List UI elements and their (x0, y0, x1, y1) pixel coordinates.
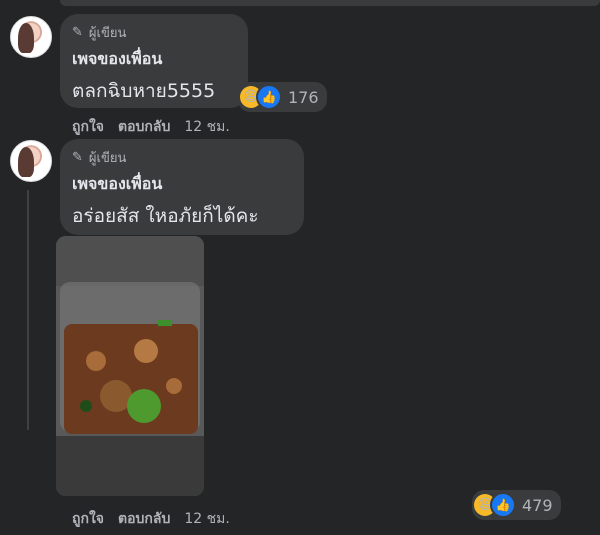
comment-photo[interactable] (56, 236, 204, 496)
comment-actions: ถูกใจ ตอบกลับ 12 ชม. (72, 508, 230, 530)
like-button[interactable]: ถูกใจ (72, 508, 104, 530)
author-badge: ✎ ผู้เขียน (72, 22, 236, 43)
like-button[interactable]: ถูกใจ (72, 116, 104, 138)
reply-button[interactable]: ตอบกลับ (118, 116, 170, 138)
reaction-summary[interactable]: 😆 👍 176 (238, 82, 327, 112)
reaction-summary[interactable]: 😆 👍 479 (472, 490, 561, 520)
comment-text: อร่อยสัส ใหอภัยก็ได้คะ (72, 205, 259, 227)
pencil-icon: ✎ (72, 150, 83, 165)
avatar[interactable] (10, 140, 52, 182)
comment-bubble: ✎ ผู้เขียน เพจของเพื่อน ตลกฉิบหาย5555 (60, 14, 248, 108)
thumbs-up-icon: 👍 (256, 84, 282, 110)
comment-author[interactable]: เพจของเพื่อน (72, 47, 236, 72)
reaction-count: 176 (288, 87, 319, 107)
timestamp[interactable]: 12 ชม. (184, 116, 229, 138)
comment-bubble: ✎ ผู้เขียน เพจของเพื่อน อร่อยสัส ใหอภัยก… (60, 139, 304, 235)
previous-comment-bubble-edge (60, 0, 600, 6)
thread-line (27, 190, 29, 430)
comment-author[interactable]: เพจของเพื่อน (72, 172, 292, 197)
reaction-count: 479 (522, 495, 553, 515)
reply-button[interactable]: ตอบกลับ (118, 508, 170, 530)
pencil-icon: ✎ (72, 25, 83, 40)
author-tag-label: ผู้เขียน (88, 26, 127, 41)
author-badge: ✎ ผู้เขียน (72, 147, 292, 168)
author-tag-label: ผู้เขียน (88, 151, 127, 166)
thumbs-up-icon: 👍 (490, 492, 516, 518)
food-container-image (56, 236, 204, 496)
timestamp[interactable]: 12 ชม. (184, 508, 229, 530)
comment-actions: ถูกใจ ตอบกลับ 12 ชม. (72, 116, 230, 138)
avatar[interactable] (10, 16, 52, 58)
comment-text: ตลกฉิบหาย5555 (72, 80, 216, 102)
